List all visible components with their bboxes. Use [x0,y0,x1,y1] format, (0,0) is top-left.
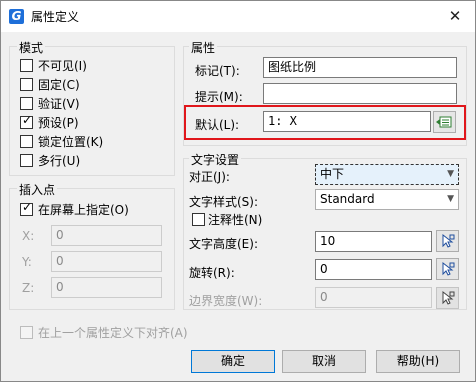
invisible-label[interactable]: 不可见(I) [38,57,87,74]
prompt-input[interactable] [263,83,457,104]
ok-button[interactable]: 确定 [191,350,275,373]
pick-width-button[interactable] [436,287,459,309]
pick-rotation-button[interactable] [436,258,459,280]
annotative-checkbox[interactable] [192,213,205,226]
attribute-group-title: 属性 [189,39,218,56]
check-mark-icon: ✓ [22,113,33,127]
dialog-title: 属性定义 [31,10,80,24]
close-button[interactable]: ✕ [442,4,468,28]
rotation-input[interactable]: 0 [315,259,432,280]
pick-cursor-icon [442,261,455,276]
pick-height-button[interactable] [436,230,459,252]
verify-checkbox[interactable] [20,97,33,110]
insert-field-icon [436,116,452,128]
align-below-label[interactable]: 在上一个属性定义下对齐(A) [38,324,188,341]
x-field[interactable]: 0 [51,225,162,246]
text-style-select[interactable]: Standard ▼ [315,189,459,210]
mode-group [9,46,175,176]
chevron-down-icon: ▼ [447,169,454,179]
multiline-label[interactable]: 多行(U) [38,152,80,169]
justify-label: 对正(J): [189,170,230,184]
constant-label[interactable]: 固定(C) [38,76,80,93]
pick-cursor-icon [442,233,455,248]
tag-label: 标记(T): [195,64,240,78]
justify-value: 中下 [320,167,345,181]
lock-position-label[interactable]: 锁定位置(K) [38,133,103,150]
specify-on-screen-label[interactable]: 在屏幕上指定(O) [38,201,129,218]
text-style-value: Standard [320,192,375,206]
preset-checkbox[interactable]: ✓ [20,113,33,129]
mode-group-title: 模式 [17,39,46,56]
text-height-input[interactable]: 10 [315,231,432,252]
text-settings-title: 文字设置 [189,151,242,168]
pick-cursor-icon [442,290,455,305]
z-label: Z: [22,281,35,295]
text-height-label: 文字高度(E): [189,237,258,251]
annotative-label[interactable]: 注释性(N) [208,211,262,228]
insertion-point-title: 插入点 [17,181,58,198]
check-mark-icon: ✓ [22,200,33,214]
z-field[interactable]: 0 [51,277,162,298]
cancel-button[interactable]: 取消 [282,350,366,373]
default-label: 默认(L): [195,118,240,132]
lock-position-checkbox[interactable] [20,135,33,148]
y-field[interactable]: 0 [51,251,162,272]
align-below-checkbox[interactable] [20,326,33,339]
multiline-checkbox[interactable] [20,154,33,167]
constant-checkbox[interactable] [20,78,33,91]
invisible-checkbox[interactable] [20,59,33,72]
chevron-down-icon: ▼ [447,194,454,204]
boundary-width-input[interactable]: 0 [315,287,432,308]
rotation-label: 旋转(R): [189,266,235,280]
verify-label[interactable]: 验证(V) [38,95,80,112]
specify-on-screen-checkbox[interactable]: ✓ [20,200,33,216]
text-style-label: 文字样式(S): [189,195,259,209]
x-label: X: [22,229,35,243]
boundary-width-label: 边界宽度(W): [189,294,263,308]
insert-field-button[interactable] [433,111,456,133]
default-input[interactable]: 1: X [263,111,431,132]
prompt-label: 提示(M): [195,90,243,104]
tag-input[interactable]: 图纸比例 [263,57,457,78]
app-logo-icon: G [9,9,24,24]
justify-select[interactable]: 中下 ▼ [315,164,459,185]
y-label: Y: [22,255,32,269]
help-button[interactable]: 帮助(H) [376,350,460,373]
preset-label[interactable]: 预设(P) [38,114,79,131]
